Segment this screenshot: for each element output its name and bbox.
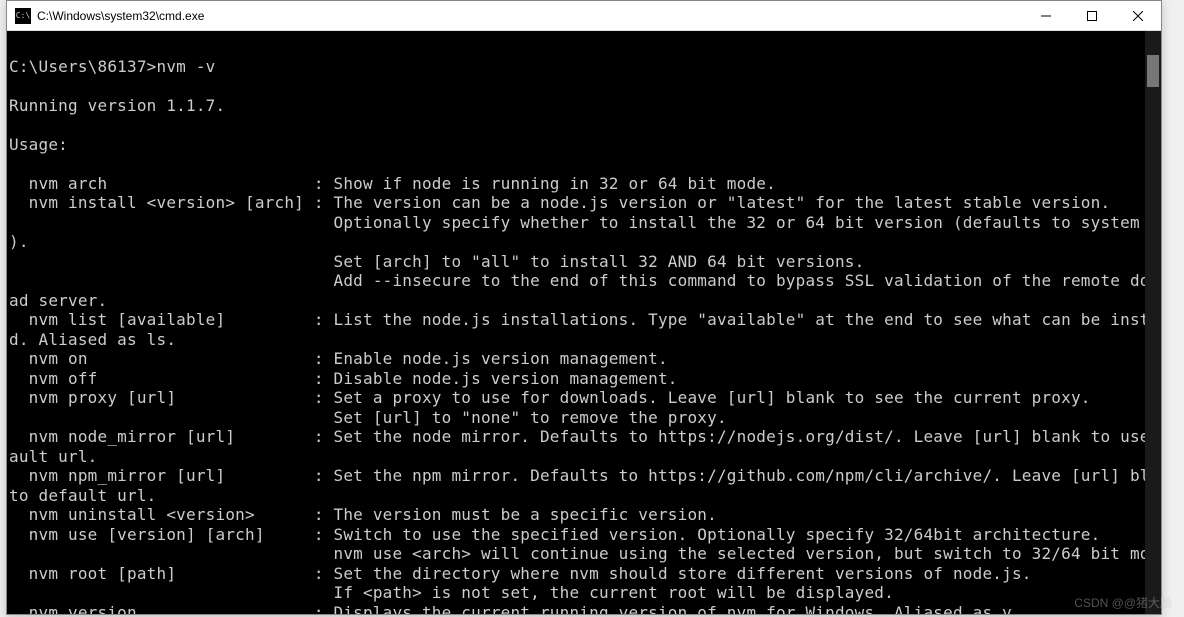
cmd-icon: C:\ <box>15 8 31 24</box>
titlebar[interactable]: C:\ C:\Windows\system32\cmd.exe <box>7 1 1161 31</box>
terminal-area: C:\Users\86137>nvm -v Running version 1.… <box>7 31 1161 614</box>
maximize-button[interactable] <box>1069 1 1115 31</box>
scrollbar-thumb[interactable] <box>1147 55 1159 87</box>
scrollbar[interactable] <box>1145 31 1161 614</box>
cmd-window: C:\ C:\Windows\system32\cmd.exe C:\Users… <box>6 0 1162 615</box>
minimize-button[interactable] <box>1023 1 1069 31</box>
window-title: C:\Windows\system32\cmd.exe <box>37 9 1023 23</box>
watermark: CSDN @@猪大肠 <box>1074 594 1172 611</box>
close-button[interactable] <box>1115 1 1161 31</box>
window-controls <box>1023 1 1161 31</box>
terminal-output[interactable]: C:\Users\86137>nvm -v Running version 1.… <box>7 31 1145 614</box>
